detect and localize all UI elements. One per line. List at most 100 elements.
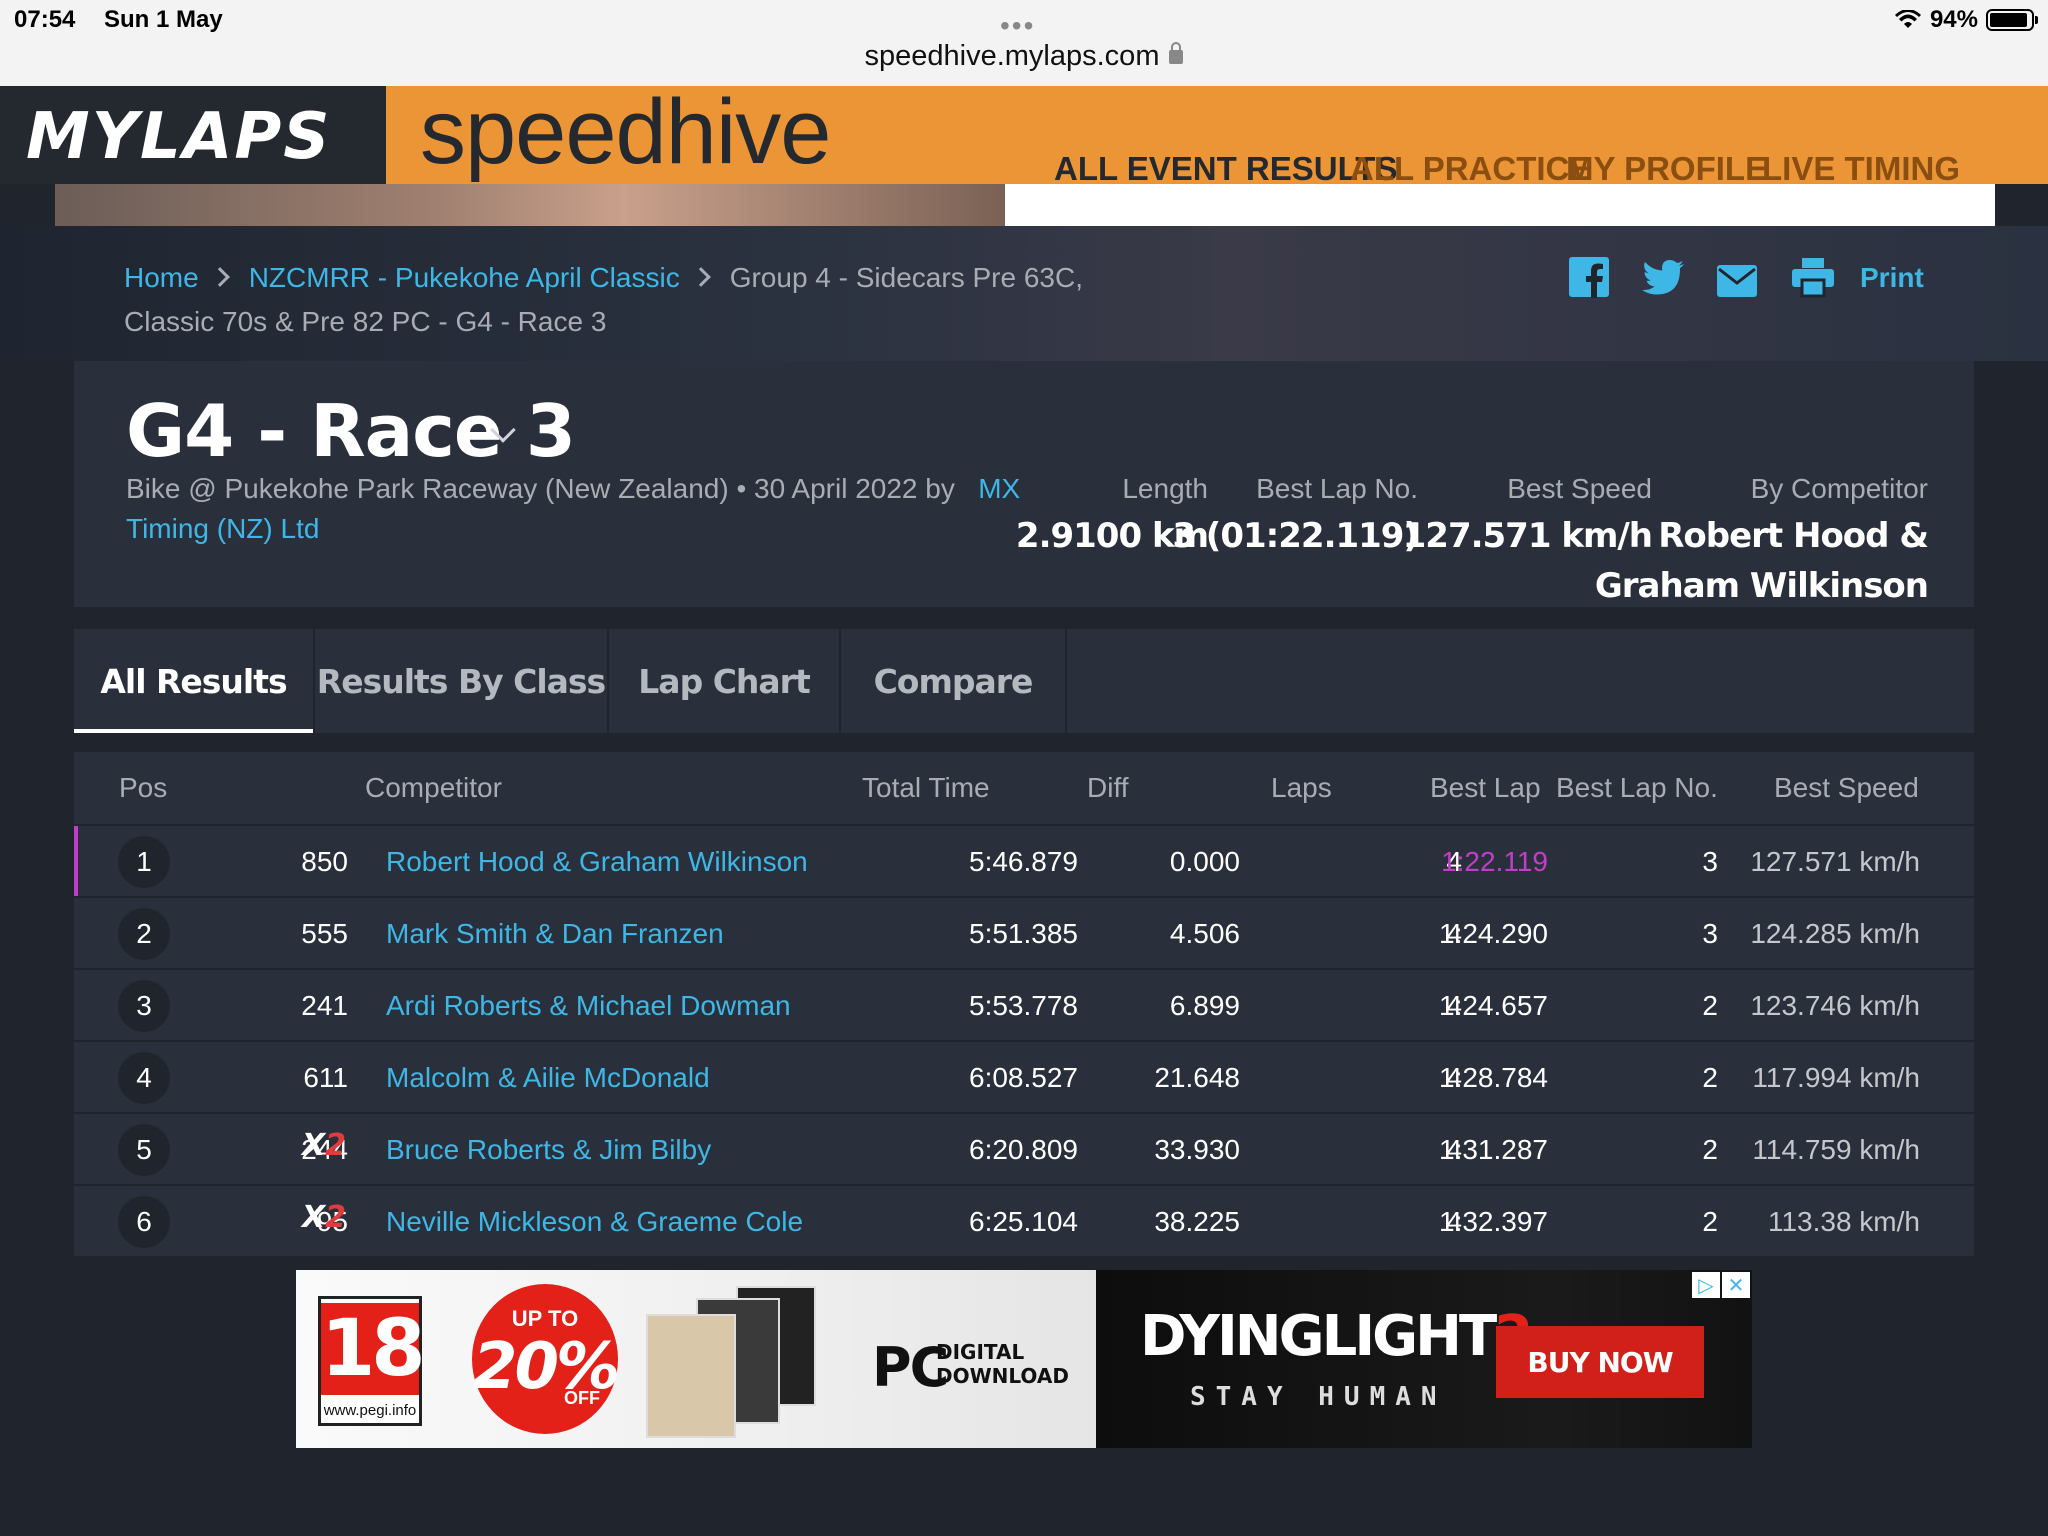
- best-speed: 123.746 km/h: [1750, 990, 1920, 1021]
- table-row[interactable]: 5 244 X2 Bruce Roberts & Jim Bilby 6:20.…: [74, 1114, 1974, 1186]
- tab-lap-chart[interactable]: Lap Chart: [609, 629, 841, 733]
- discount-badge: UP TO 20% OFF: [472, 1284, 620, 1434]
- table-row[interactable]: 4 611 Malcolm & Ailie McDonald 6:08.527 …: [74, 1042, 1974, 1114]
- buy-now-button[interactable]: BUY NOW: [1496, 1326, 1704, 1398]
- breadcrumb-home[interactable]: Home: [124, 262, 199, 293]
- class-badge-x2: X2: [302, 1128, 347, 1163]
- mylaps-logo[interactable]: MYLAPS: [0, 86, 386, 184]
- more-dots-icon[interactable]: •••: [1000, 10, 1035, 42]
- table-row[interactable]: 6 95 X2 Neville Mickleson & Graeme Cole …: [74, 1186, 1974, 1258]
- tab-compare[interactable]: Compare: [841, 629, 1067, 733]
- platform-subtitle: DIGITAL DOWNLOAD: [936, 1340, 1069, 1388]
- best-lap-no-value: 3 (01:22.119): [1172, 516, 1419, 556]
- hero-image: [55, 184, 1005, 226]
- competitor-link[interactable]: Malcolm & Ailie McDonald: [386, 1062, 710, 1094]
- competitor-link[interactable]: Neville Mickleson & Graeme Cole: [386, 1206, 803, 1238]
- col-best-lap[interactable]: Best Lap: [1430, 772, 1541, 804]
- competitor-link[interactable]: Mark Smith & Dan Franzen: [386, 918, 724, 950]
- competitor-number: 555: [301, 918, 348, 949]
- table-row[interactable]: 3 241 Ardi Roberts & Michael Dowman 5:53…: [74, 970, 1974, 1042]
- total-time: 5:51.385: [969, 918, 1078, 949]
- position-badge: 4: [118, 1052, 170, 1104]
- competitor-link[interactable]: Ardi Roberts & Michael Dowman: [386, 990, 791, 1022]
- nav-all-practice[interactable]: ALL PRACTICE: [1350, 150, 1591, 188]
- diff: 6.899: [1169, 990, 1240, 1021]
- best-lap: 1:24.657: [1439, 990, 1548, 1021]
- best-lap: 1:32.397: [1439, 1206, 1548, 1237]
- print-link[interactable]: Print: [1860, 262, 1924, 294]
- col-competitor[interactable]: Competitor: [365, 772, 502, 804]
- best-speed: 124.285 km/h: [1750, 918, 1920, 949]
- position-badge: 3: [118, 980, 170, 1032]
- ad-choices[interactable]: ▷ ✕: [1692, 1272, 1750, 1298]
- best-lap-no: 2: [1702, 1062, 1718, 1093]
- facebook-icon[interactable]: [1568, 256, 1610, 298]
- total-time: 5:46.879: [969, 846, 1078, 877]
- speedhive-logo[interactable]: speedhive: [420, 86, 831, 178]
- results-table: Pos Competitor Total Time Diff Laps Best…: [74, 752, 1974, 1258]
- col-best-speed[interactable]: Best Speed: [1774, 772, 1919, 804]
- total-time: 6:20.809: [969, 1134, 1078, 1165]
- battery-icon: [1986, 9, 2038, 31]
- address-bar[interactable]: speedhive.mylaps.com: [0, 40, 2048, 73]
- wifi-icon: [1894, 10, 1921, 28]
- ad-choices-icon[interactable]: ▷: [1692, 1272, 1720, 1298]
- best-speed: 113.38 km/h: [1767, 1206, 1920, 1237]
- tab-results-by-class[interactable]: Results By Class: [315, 629, 609, 733]
- hero-banner: [55, 184, 1995, 226]
- breadcrumb-current-cont: Classic 70s & Pre 82 PC - G4 - Race 3: [124, 306, 607, 337]
- total-time: 6:25.104: [969, 1206, 1078, 1237]
- best-speed: 114.759 km/h: [1752, 1134, 1920, 1165]
- col-best-lap-no[interactable]: Best Lap No.: [1556, 772, 1718, 804]
- diff: 4.506: [1169, 918, 1240, 949]
- game-title-text: DYINGLIGHT: [1140, 1304, 1497, 1369]
- best-lap-no: 3: [1702, 918, 1718, 949]
- total-time: 6:08.527: [969, 1062, 1078, 1093]
- class-badge-x2: X2: [302, 1200, 347, 1235]
- print-icon[interactable]: [1790, 256, 1836, 298]
- pegi-rating-badge: 18 www.pegi.info: [318, 1296, 426, 1426]
- table-row[interactable]: 1 850 Robert Hood & Graham Wilkinson 5:4…: [74, 826, 1974, 898]
- competitor-link[interactable]: Robert Hood & Graham Wilkinson: [386, 846, 808, 878]
- status-time: 07:54: [14, 6, 76, 33]
- position-badge: 5: [118, 1124, 170, 1176]
- lock-icon: [1169, 42, 1184, 65]
- chevron-right-icon: [209, 267, 230, 287]
- status-date: Sun 1 May: [104, 6, 223, 33]
- competitor-number: 850: [301, 846, 348, 877]
- ad-banner[interactable]: 18 www.pegi.info UP TO 20% OFF PC DIGITA…: [296, 1270, 1752, 1448]
- nav-all-event-results[interactable]: ALL EVENT RESULTS: [1054, 150, 1397, 188]
- best-lap-no-label: Best Lap No.: [1256, 473, 1418, 504]
- game-tagline: STAY HUMAN: [1190, 1382, 1447, 1412]
- position-badge: 1: [118, 836, 170, 888]
- length-label: Length: [1122, 473, 1208, 504]
- competitor-link[interactable]: Bruce Roberts & Jim Bilby: [386, 1134, 711, 1166]
- by-competitor-line1: Robert Hood &: [1658, 516, 1929, 556]
- col-laps[interactable]: Laps: [1271, 772, 1332, 804]
- total-time: 5:53.778: [969, 990, 1078, 1021]
- tab-all-results[interactable]: All Results: [74, 629, 315, 733]
- table-row[interactable]: 2 555 Mark Smith & Dan Franzen 5:51.385 …: [74, 898, 1974, 970]
- ad-promo-section: 18 www.pegi.info UP TO 20% OFF PC DIGITA…: [296, 1270, 1096, 1448]
- col-diff[interactable]: Diff: [1087, 772, 1129, 804]
- col-pos[interactable]: Pos: [119, 772, 167, 804]
- best-lap: 1:24.290: [1439, 918, 1548, 949]
- mail-icon[interactable]: [1716, 260, 1758, 302]
- col-total-time[interactable]: Total Time: [862, 772, 990, 804]
- best-lap: 1:28.784: [1439, 1062, 1548, 1093]
- twitter-icon[interactable]: [1640, 256, 1686, 298]
- organizer-link-cont[interactable]: Timing (NZ) Ltd: [126, 513, 319, 544]
- close-icon[interactable]: ✕: [1722, 1272, 1750, 1298]
- promo-top: UP TO: [511, 1306, 579, 1331]
- battery-percent: 94%: [1929, 6, 1978, 33]
- breadcrumb-event[interactable]: NZCMRR - Pukekohe April Classic: [249, 262, 680, 293]
- status-indicators: 94%: [1894, 6, 2038, 34]
- promo-off: OFF: [564, 1388, 600, 1408]
- best-speed: 117.994 km/h: [1752, 1062, 1920, 1093]
- best-speed: 127.571 km/h: [1750, 846, 1920, 877]
- nav-live-timing[interactable]: LIVE TIMING: [1762, 150, 1960, 188]
- organizer-link[interactable]: MX: [978, 473, 1020, 504]
- chevron-right-icon: [690, 267, 711, 287]
- by-competitor-label: By Competitor: [1750, 473, 1928, 504]
- nav-my-profile[interactable]: MY PROFILE: [1566, 150, 1767, 188]
